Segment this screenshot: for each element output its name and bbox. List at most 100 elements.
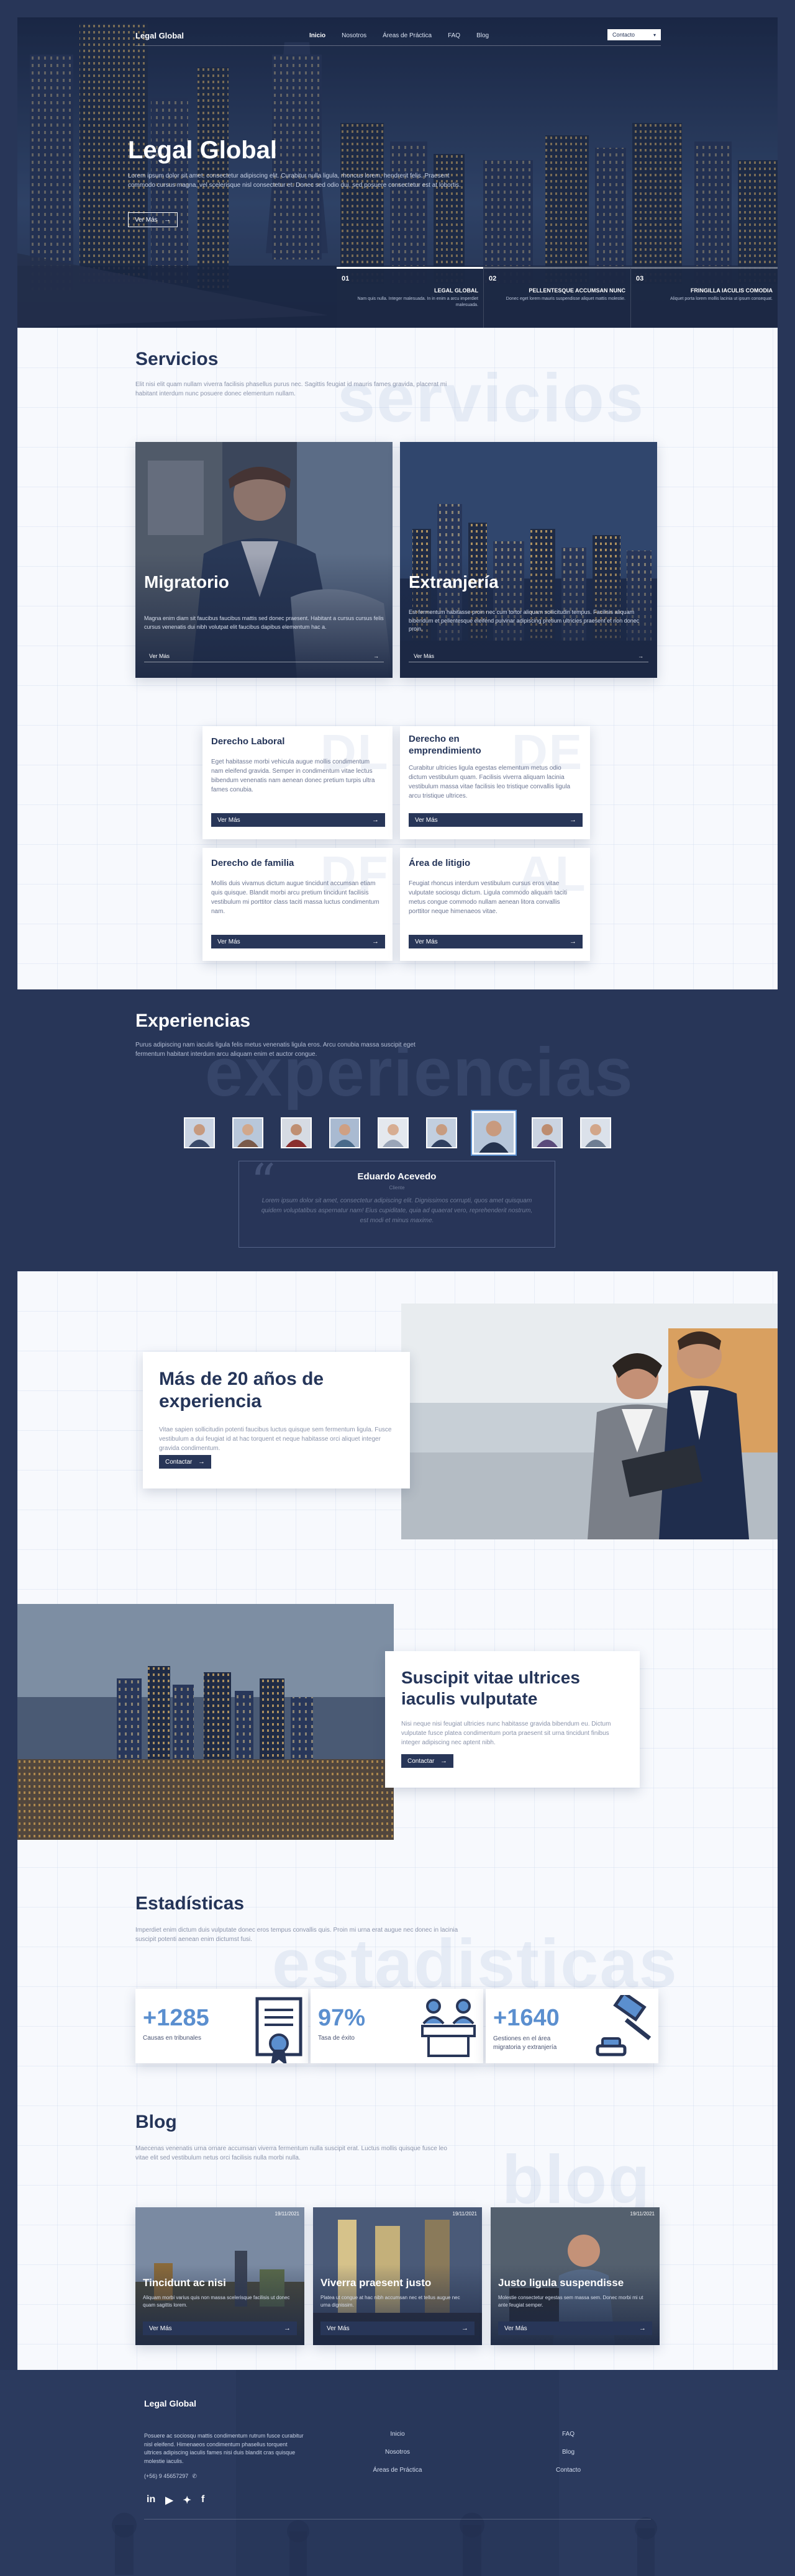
experiencias-title: Experiencias	[135, 1011, 251, 1031]
footer: Legal Global Posuere ac sociosqu mattis …	[0, 2370, 795, 2576]
hero-button[interactable]: Ver Más →	[128, 212, 178, 227]
footer-logo[interactable]: Legal Global	[144, 2398, 196, 2408]
avatar[interactable]	[184, 1117, 215, 1148]
nav-link-inicio[interactable]: Inicio	[309, 32, 325, 39]
blog-date: 19/11/2021	[452, 2211, 477, 2217]
stat-card: +1640 Gestiones en el área migratoria y …	[486, 1989, 658, 2063]
blog-date: 19/11/2021	[275, 2211, 299, 2217]
blog-card[interactable]: 19/11/2021 Tincidunt ac nisi Aliquam mor…	[135, 2207, 304, 2345]
service-card-button[interactable]: Ver Más →	[211, 813, 385, 827]
service-card-laboral[interactable]: DL Derecho Laboral Eget habitasse morbi …	[202, 726, 393, 839]
phone-icon: ✆	[192, 2473, 197, 2479]
estadisticas-title: Estadísticas	[135, 1893, 245, 1914]
nav-contact-button[interactable]: Contacto ▾	[607, 29, 661, 40]
footer-link-contacto[interactable]: Contacto	[531, 2467, 606, 2474]
service-card-button[interactable]: Ver Más →	[409, 651, 648, 662]
avatar[interactable]	[580, 1117, 611, 1148]
about-title: Más de 20 años de experiencia	[159, 1369, 324, 1412]
stat-value: +1285	[143, 2005, 209, 2031]
service-card-button[interactable]: Ver Más →	[409, 813, 583, 827]
youtube-icon[interactable]: ▶	[165, 2494, 173, 2506]
service-card-button-label: Ver Más	[149, 653, 170, 659]
slide-title: FRINGILLA IACULIS COMODIA	[690, 287, 773, 294]
arrow-right-icon: →	[570, 938, 576, 945]
contact-button[interactable]: Contactar →	[159, 1455, 211, 1469]
service-card-title: Extranjería	[409, 572, 499, 592]
nav-link-nosotros[interactable]: Nosotros	[342, 32, 366, 39]
twitter-icon[interactable]: ✦	[183, 2494, 191, 2506]
footer-text: Posuere ac sociosqu mattis condimentum r…	[144, 2433, 304, 2464]
servicios-text: Elit nisi elit quam nullam viverra facil…	[135, 381, 447, 397]
blog-card[interactable]: 19/11/2021 Justo ligula suspendisse Mole…	[491, 2207, 660, 2345]
service-card-familia[interactable]: DF Derecho de familia Mollis duis vivamu…	[202, 848, 393, 961]
nav-logo[interactable]: Legal Global	[135, 31, 184, 40]
nav-link-blog[interactable]: Blog	[476, 32, 489, 39]
slide-text: Nam quis nulla. Integer malesuada. In in…	[357, 297, 478, 307]
stat-label: Gestiones en el área migratoria y extran…	[493, 2035, 557, 2051]
blog-post-title: Tincidunt ac nisi	[143, 2277, 226, 2289]
servicios-section: servicios Servicios Elit nisi elit quam …	[17, 328, 778, 989]
hero-slide-tab[interactable]: 03 FRINGILLA IACULIS COMODIA Aliquet por…	[630, 267, 778, 328]
avatar[interactable]	[281, 1117, 312, 1148]
hero-slide-tab[interactable]: 02 PELLENTESQUE ACCUMSAN NUNC Donec eget…	[483, 267, 630, 328]
nav-link-faq[interactable]: FAQ	[448, 32, 460, 39]
footer-link-blog[interactable]: Blog	[531, 2449, 606, 2456]
blog-button[interactable]: Ver Más →	[143, 2322, 297, 2335]
nav-bar: Legal Global Inicio Nosotros Áreas de Pr…	[135, 27, 661, 46]
arrow-right-icon: →	[638, 653, 643, 659]
stat-card: 97% Tasa de éxito	[311, 1989, 483, 2063]
avatar[interactable]	[329, 1117, 360, 1148]
slide-text: Donec eget lorem mauris suspendisse aliq…	[506, 297, 625, 301]
service-card-extranjeria[interactable]: Extranjería Est fermentum habitasse proi…	[400, 442, 657, 678]
blog-title: Blog	[135, 2112, 177, 2132]
testimonial-quote: Lorem ipsum dolor sit amet, consectetur …	[261, 1197, 533, 1224]
gavel-icon	[596, 1995, 652, 2056]
avatar[interactable]	[426, 1117, 457, 1148]
service-card-text: Curabitur ultricies ligula egestas eleme…	[409, 765, 571, 799]
footer-link-inicio[interactable]: Inicio	[360, 2431, 435, 2438]
hero-slide-tab[interactable]: 01 LEGAL GLOBAL Nam quis nulla. Integer …	[337, 267, 483, 328]
avatar[interactable]	[232, 1117, 263, 1148]
experiencias-text: Purus adipiscing nam iaculis ligula feli…	[135, 1042, 416, 1058]
avatar[interactable]	[532, 1117, 563, 1148]
contact-button[interactable]: Contactar →	[401, 1754, 453, 1768]
stat-value: 97%	[318, 2005, 366, 2031]
arrow-right-icon: →	[440, 1757, 447, 1765]
arrow-right-icon: →	[461, 2325, 468, 2332]
service-card-button-label: Ver Más	[217, 938, 240, 945]
blog-text: Maecenas venenatis urna ornare accumsan …	[135, 2145, 447, 2161]
service-card-litigio[interactable]: AL Área de litigio Feugiat rhoncus inter…	[400, 848, 590, 961]
blog-button[interactable]: Ver Más →	[498, 2322, 652, 2335]
blog-date: 19/11/2021	[630, 2211, 655, 2217]
footer-phone[interactable]: (+56) 9 45657297 ✆	[144, 2473, 197, 2480]
linkedin-icon[interactable]: in	[147, 2494, 155, 2506]
service-card-button-label: Ver Más	[415, 938, 438, 945]
service-card-button[interactable]: Ver Más →	[211, 935, 385, 948]
blog-button[interactable]: Ver Más →	[320, 2322, 475, 2335]
service-card-emprendimiento[interactable]: DE Derecho en emprendimiento Curabitur u…	[400, 726, 590, 839]
blog-post-title: Justo ligula suspendisse	[498, 2277, 624, 2289]
service-card-button-label: Ver Más	[217, 816, 240, 824]
nav-link-areas[interactable]: Áreas de Práctica	[383, 32, 432, 39]
footer-link-faq[interactable]: FAQ	[531, 2431, 606, 2438]
slide-number: 02	[489, 275, 497, 282]
service-card-button[interactable]: Ver Más →	[409, 935, 583, 948]
service-card-title: Derecho de familia	[211, 858, 294, 868]
service-card-migratorio[interactable]: Migratorio Magna enim diam sit faucibus …	[135, 442, 393, 678]
servicios-title: Servicios	[135, 349, 219, 369]
footer-social: in ▶ ✦ f	[147, 2494, 204, 2506]
footer-link-nosotros[interactable]: Nosotros	[360, 2449, 435, 2456]
service-card-text: Feugiat rhoncus interdum vestibulum curs…	[409, 880, 568, 915]
service-card-button[interactable]: Ver Más →	[144, 651, 384, 662]
footer-link-areas[interactable]: Áreas de Práctica	[360, 2467, 435, 2474]
about-card-2: Suscipit vitae ultrices iaculis vulputat…	[385, 1651, 640, 1788]
facebook-icon[interactable]: f	[201, 2494, 204, 2506]
avatar-active[interactable]	[472, 1111, 516, 1155]
arrow-right-icon: →	[372, 816, 379, 824]
blog-card[interactable]: 19/11/2021 Viverra praesent justo Platea…	[313, 2207, 482, 2345]
blog-button-label: Ver Más	[149, 2325, 172, 2332]
slide-number: 03	[636, 275, 644, 282]
experiencias-section: experiencias Experiencias Purus adipisci…	[0, 989, 795, 1269]
nav-contact-label: Contacto	[612, 32, 635, 38]
avatar[interactable]	[378, 1117, 409, 1148]
